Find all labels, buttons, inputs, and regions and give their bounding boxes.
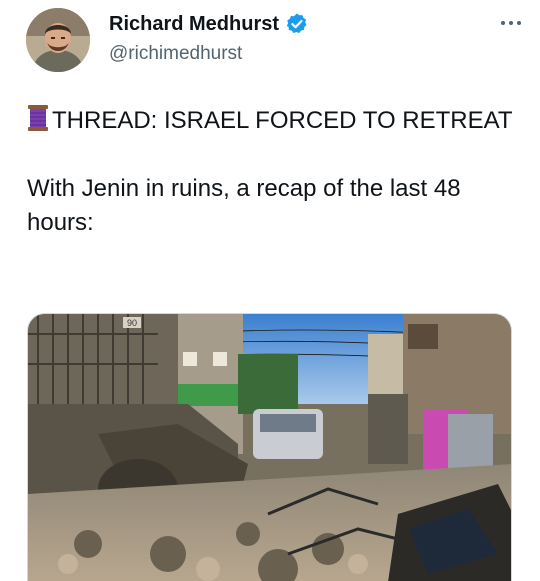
author-handle[interactable]: @richimedhurst xyxy=(109,43,242,65)
more-options-dot xyxy=(517,21,521,25)
display-name[interactable]: Richard Medhurst xyxy=(109,13,279,36)
tweet-line-2: With Jenin in ruins, a recap of the last… xyxy=(27,175,461,236)
photo-sign-text: 90 xyxy=(127,318,137,328)
avatar[interactable] xyxy=(26,8,90,72)
verified-badge-icon xyxy=(285,12,309,36)
more-options-icon xyxy=(501,21,505,25)
tweet-line-1: THREAD: ISRAEL FORCED TO RETREAT xyxy=(52,107,513,134)
author-name-row: Richard Medhurst xyxy=(109,12,309,36)
tweet-line-thread: THREAD: ISRAEL FORCED TO RETREAT xyxy=(27,103,517,138)
tweet[interactable]: Richard Medhurst @richimedhurst THREAD: … xyxy=(0,0,540,581)
more-options-dot xyxy=(509,21,513,25)
spool-of-thread-icon xyxy=(27,103,49,133)
tweet-photo[interactable]: 90 xyxy=(27,313,512,581)
tweet-text: THREAD: ISRAEL FORCED TO RETREAT With Je… xyxy=(27,103,517,240)
more-options-button[interactable] xyxy=(496,10,526,36)
